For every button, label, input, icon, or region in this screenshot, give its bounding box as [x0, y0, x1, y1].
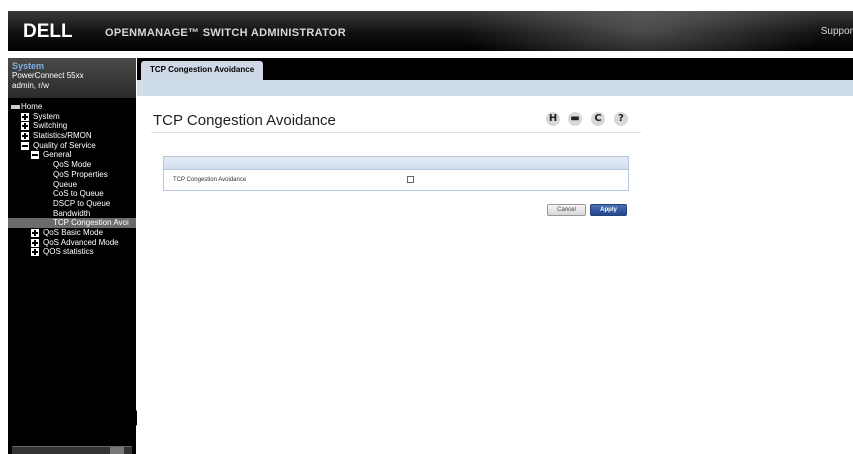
sidebar-scrollbar[interactable] — [12, 446, 132, 454]
print-icon[interactable]: ▬ — [568, 112, 582, 126]
tree-item-label: System — [33, 111, 60, 121]
tree-item-label: General — [43, 150, 72, 160]
support-link[interactable]: Suppor — [821, 26, 853, 37]
tree-item[interactable]: DSCP to Queue — [8, 199, 136, 209]
tree-item-label: QoS Properties — [53, 169, 108, 179]
tree-item[interactable]: General — [8, 150, 136, 160]
tree-item-label: DSCP to Queue — [53, 198, 111, 208]
collapse-icon[interactable] — [31, 151, 39, 160]
form-header — [164, 157, 628, 170]
tree-item[interactable]: Switching — [8, 121, 136, 131]
tree-item[interactable]: CoS to Queue — [8, 189, 136, 199]
tree-item-label: Bandwidth — [53, 208, 91, 218]
tree-item-label: Queue — [53, 179, 78, 189]
tree-item-label: QoS Basic Mode — [43, 227, 104, 237]
tree-item[interactable]: Quality of Service — [8, 141, 136, 151]
expand-icon[interactable] — [21, 112, 29, 121]
tree-item-label: QoS Mode — [53, 160, 92, 170]
tree-item[interactable]: QoS Basic Mode — [8, 228, 136, 238]
tree-item-label: Home — [21, 102, 43, 111]
navigation-tree: Home System Switching Statistics/RMON Qualit… — [8, 102, 136, 257]
header-sheen — [463, 11, 823, 51]
content-area: TCP Congestion Avoidance H ▬ C ? TCP Con… — [137, 96, 853, 454]
system-info-box: System PowerConnect 55xx admin, r/w — [8, 58, 136, 98]
tree-item-label: QOS statistics — [43, 247, 94, 257]
home-icon — [11, 105, 20, 109]
scrollbar-thumb[interactable] — [110, 447, 124, 454]
tree-item-label: Quality of Service — [33, 140, 96, 150]
tcp-congestion-avoidance-label: TCP Congestion Avoidance — [173, 177, 247, 183]
system-user: admin, r/w — [12, 81, 49, 90]
tree-item-label: CoS to Queue — [53, 189, 104, 199]
sidebar: System PowerConnect 55xx admin, r/w Home… — [8, 58, 136, 454]
system-model: PowerConnect 55xx — [12, 71, 84, 80]
page-title: TCP Congestion Avoidance — [153, 112, 336, 129]
header-bar: DELL OPENMANAGE™ SWITCH ADMINISTRATOR Su… — [8, 11, 853, 51]
tab-bar: TCP Congestion Avoidance — [137, 58, 853, 80]
tree-item-label: Statistics/RMON — [33, 131, 92, 141]
title-divider — [151, 132, 641, 133]
help-icon[interactable]: ? — [614, 112, 628, 126]
save-icon[interactable]: H — [546, 112, 560, 126]
tree-item[interactable]: QOS statistics — [8, 247, 136, 257]
expand-icon[interactable] — [31, 228, 39, 237]
tree-item[interactable]: QoS Properties — [8, 170, 136, 180]
tree-item[interactable]: QoS Advanced Mode — [8, 238, 136, 248]
tab-tcp-congestion-avoidance[interactable]: TCP Congestion Avoidance — [141, 61, 264, 80]
collapse-icon[interactable] — [21, 141, 29, 150]
app-header: DELL OPENMANAGE™ SWITCH ADMINISTRATOR Su… — [0, 0, 853, 58]
refresh-icon[interactable]: C — [591, 112, 605, 126]
sub-bar — [137, 80, 853, 96]
app-title: OPENMANAGE™ SWITCH ADMINISTRATOR — [105, 27, 347, 39]
tree-item[interactable]: Statistics/RMON — [8, 131, 136, 141]
cancel-button[interactable]: Cancel — [547, 204, 586, 216]
apply-button[interactable]: Apply — [590, 204, 627, 216]
tree-item[interactable]: System — [8, 112, 136, 122]
tree-item[interactable]: Home — [8, 102, 136, 112]
expand-icon[interactable] — [21, 122, 29, 131]
expand-icon[interactable] — [21, 132, 29, 141]
tcp-congestion-avoidance-checkbox[interactable] — [407, 176, 414, 183]
tree-item[interactable]: QoS Mode — [8, 160, 136, 170]
tree-item[interactable]: TCP Congestion Avoi — [8, 218, 136, 228]
system-title[interactable]: System — [12, 61, 132, 71]
tree-item-label: Switching — [33, 121, 68, 131]
tree-item[interactable]: Queue — [8, 180, 136, 190]
tree-item-label: TCP Congestion Avoi — [53, 218, 129, 228]
tree-item-label: QoS Advanced Mode — [43, 237, 119, 247]
settings-form: TCP Congestion Avoidance — [163, 156, 629, 191]
expand-icon[interactable] — [31, 238, 39, 247]
dell-logo: DELL — [23, 21, 73, 42]
tree-item[interactable]: Bandwidth — [8, 209, 136, 219]
expand-icon[interactable] — [31, 248, 39, 257]
